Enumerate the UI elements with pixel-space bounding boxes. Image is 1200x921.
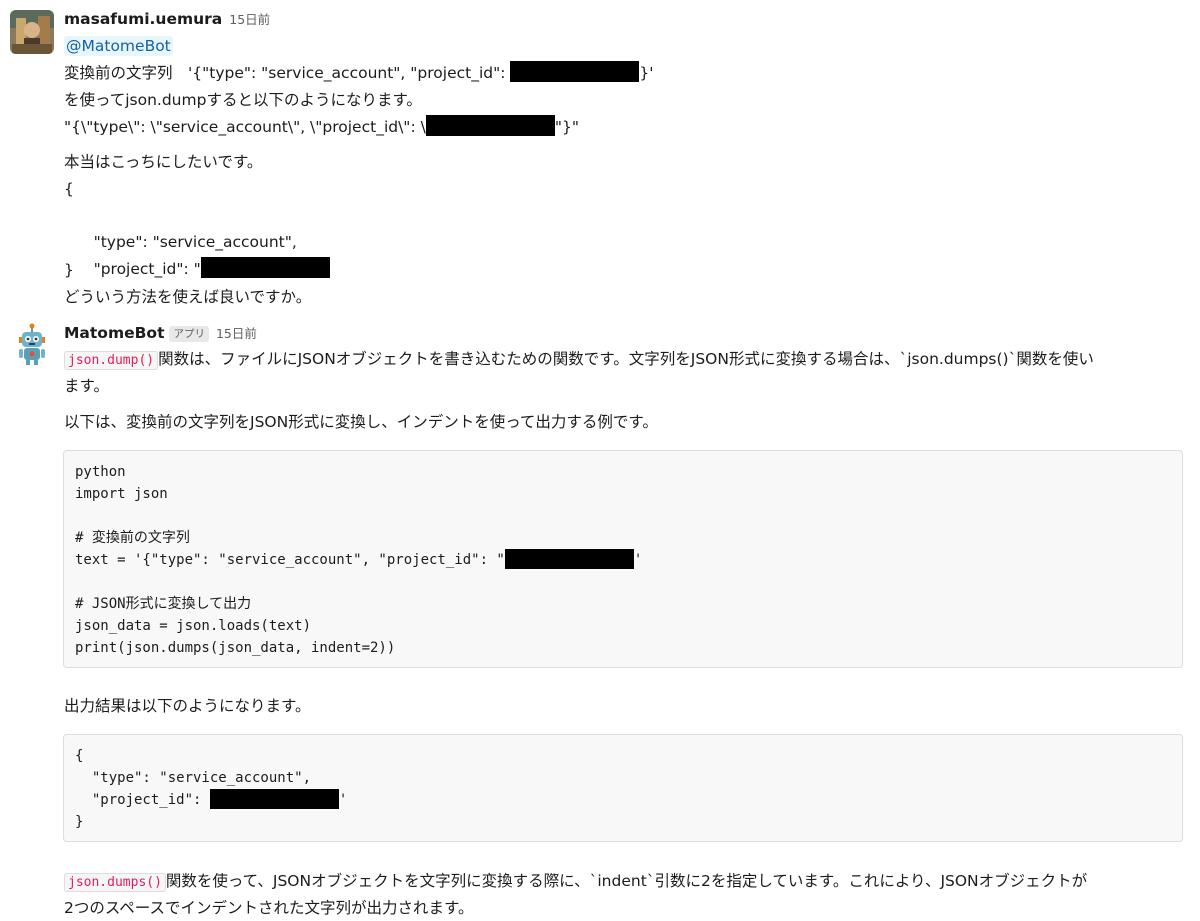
message-header: MatomeBot アプリ 15日前 <box>64 323 257 343</box>
message-text: 以下は、変換前の文字列をJSON形式に変換し、インデントを使って出力する例です。 <box>64 413 658 431</box>
app-badge: アプリ <box>169 326 209 342</box>
message-text: を使ってjson.dumpすると以下のようになります。 <box>64 91 422 109</box>
message-line: どういう方法を使えば良いですか。 <box>64 284 311 310</box>
message-text: "project_id": " <box>83 260 201 278</box>
bot-name[interactable]: MatomeBot <box>64 324 164 342</box>
message-line: } <box>64 257 74 283</box>
code-text: ' <box>338 792 348 808</box>
message-line: を使ってjson.dumpすると以下のようになります。 <box>64 87 422 113</box>
code-line: # JSON形式に変換して出力 <box>75 596 252 612</box>
message-text: 関数は、ファイルにJSONオブジェクトを書き込むための関数です。文字列をJSON… <box>158 350 1094 368</box>
message-line: "type": "service_account", <box>64 203 297 251</box>
code-line: import json <box>75 486 168 502</box>
code-text: "project_id": <box>75 792 210 808</box>
redacted-project-id <box>504 549 634 569</box>
message-text: ます。 <box>64 377 109 395</box>
code-line: "type": "service_account", <box>75 770 312 786</box>
code-block[interactable]: python import json # 変換前の文字列 text = '{"t… <box>63 450 1183 668</box>
message-text: 2つのスペースでインデントされた文字列が出力されます。 <box>64 899 474 917</box>
message-line: 出力結果は以下のようになります。 <box>64 693 310 719</box>
message-bot: MatomeBot アプリ 15日前 json.dump() 関数は、ファイルにJSO… <box>0 320 1200 919</box>
redacted-project-id <box>510 61 640 82</box>
message-line: "project_id": " <box>64 230 330 278</box>
message-line: 変換前の文字列 '{"type": "service_account", "pr… <box>64 60 654 86</box>
message-line: 2つのスペースでインデントされた文字列が出力されます。 <box>64 895 473 921</box>
redacted-project-id <box>425 115 555 136</box>
code-line: print(json.dumps(json_data, indent=2)) <box>75 640 396 656</box>
inline-code: json.dump() <box>64 351 159 370</box>
message-text: どういう方法を使えば良いですか。 <box>64 288 312 306</box>
message-line: { <box>64 176 74 202</box>
mention-link[interactable]: @MatomeBot <box>64 36 173 56</box>
code-text: text = '{"type": "service_account", "pro… <box>75 552 505 568</box>
message-line: 本当はこっちにしたいです。 <box>64 149 262 175</box>
message-user: masafumi.uemura 15日前 @MatomeBot 変換前の文字列 '… <box>0 0 1200 320</box>
timestamp[interactable]: 15日前 <box>216 326 257 341</box>
code-line: } <box>75 814 84 830</box>
bot-avatar[interactable] <box>10 323 54 367</box>
robot-icon <box>10 323 54 367</box>
message-line: @MatomeBot <box>64 33 173 59</box>
code-line: text = '{"type": "service_account", "pro… <box>75 549 642 571</box>
code-line: "project_id": ' <box>75 789 347 811</box>
code-text: ' <box>633 552 643 568</box>
user-avatar[interactable] <box>10 10 54 54</box>
code-line: { <box>75 748 84 764</box>
code-block[interactable]: { "type": "service_account", "project_id… <box>63 734 1183 842</box>
timestamp[interactable]: 15日前 <box>229 12 270 27</box>
code-line: json_data = json.loads(text) <box>75 618 312 634</box>
redacted-project-id <box>200 257 330 278</box>
message-header: masafumi.uemura 15日前 <box>64 9 270 29</box>
message-text: }' <box>639 64 654 82</box>
redacted-project-id <box>209 789 339 809</box>
message-text: 出力結果は以下のようになります。 <box>64 697 311 715</box>
message-text: 本当はこっちにしたいです。 <box>64 153 263 171</box>
message-line: json.dump() 関数は、ファイルにJSONオブジェクトを書き込むための関数… <box>64 346 1094 372</box>
message-text: 関数を使って、JSONオブジェクトを文字列に変換する際に、`indent`引数に… <box>165 872 1088 890</box>
message-text: "{\"type\": \"service_account\", \"proje… <box>64 118 426 136</box>
message-text: 変換前の文字列 '{"type": "service_account", "pr… <box>64 64 511 82</box>
user-photo-icon <box>10 10 54 54</box>
message-text: } <box>64 261 74 279</box>
code-line: python <box>75 464 126 480</box>
message-line: 以下は、変換前の文字列をJSON形式に変換し、インデントを使って出力する例です。 <box>64 409 658 435</box>
message-line: ます。 <box>64 373 109 399</box>
message-text: { <box>64 180 74 198</box>
message-text: "}" <box>554 118 579 136</box>
username[interactable]: masafumi.uemura <box>64 10 222 28</box>
code-line: # 変換前の文字列 <box>75 530 190 546</box>
inline-code: json.dumps() <box>64 873 166 892</box>
message-line: json.dumps() 関数を使って、JSONオブジェクトを文字列に変換する際に… <box>64 868 1087 894</box>
message-line: "{\"type\": \"service_account\", \"proje… <box>64 114 579 140</box>
